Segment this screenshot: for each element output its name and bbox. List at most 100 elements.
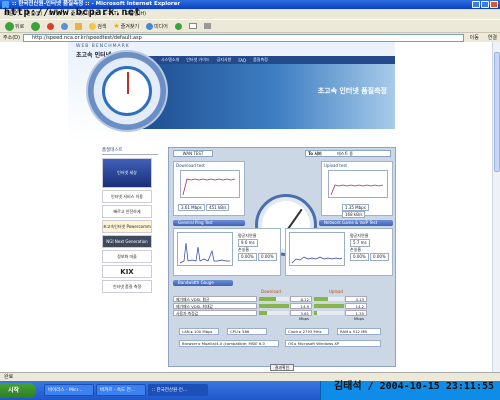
bandwidth-row: 사용자 측정값 3.61 Mbps 1.35 Mbps [173, 310, 393, 321]
task-bcpark[interactable]: 바까르 - 속도 전... [96, 384, 146, 396]
browser-info: Browser ▸ Mozilla/4.0 (compatible; MSIE … [179, 340, 279, 347]
tab-wan-test[interactable]: WAN TEST [173, 150, 213, 157]
home-button[interactable] [73, 21, 84, 31]
refresh-button[interactable] [59, 21, 70, 31]
site-header: WEB BENCHMARK 초고속 인터넷 속도테스트 About 시스템소개 … [68, 42, 395, 142]
watermark-url: http://www.bcpark.net [4, 7, 141, 18]
ping-stats: 평균지연율 9.6 ms 손실율 0.00% 0.00% [238, 233, 277, 261]
upload-chart [328, 170, 388, 198]
mail-icon [188, 23, 197, 29]
scrollbar-thumb[interactable] [494, 52, 500, 172]
history-button[interactable] [173, 21, 184, 31]
lan-info: LAN ▸ 100 Mbps [179, 328, 219, 335]
address-bar: 주소(D) http://speed.nca.or.kr/speedtest/d… [0, 32, 500, 42]
nav-measure[interactable]: 품질측정 [253, 57, 268, 63]
sidebar-banner-safe[interactable]: 빠르고 안전하게 [102, 205, 152, 218]
download-line [182, 178, 236, 196]
mail-button[interactable] [187, 21, 199, 31]
refresh-icon [61, 22, 69, 30]
bandwidth-gauge-bar: Bandwidth Gauge [173, 280, 233, 286]
download-bar-fill [259, 297, 276, 301]
upload-title: Upload test [324, 163, 347, 168]
ping-test-bar: General Ping Test [173, 220, 245, 226]
stop-button[interactable] [45, 21, 56, 31]
links-button[interactable]: 연결 [485, 34, 500, 41]
sidebar-banner-internet[interactable]: 인터넷 세상 [102, 158, 152, 188]
speedtest-panel: WAN TEST To 서버 테스트 중 Download test 3.61 … [168, 147, 396, 367]
gauge-needle [287, 208, 303, 230]
media-icon [146, 22, 154, 30]
ping-extra: 0.00% [258, 253, 277, 261]
window-controls [472, 1, 498, 8]
row-name: 메가패스 VDSL 최대값 [173, 303, 257, 309]
upload-bar-fill [314, 304, 344, 308]
upload-kbps: 168 kB/s [342, 211, 366, 218]
download-section: Download test 3.61 Mbps 451 kB/s [173, 161, 245, 216]
close-button[interactable] [490, 1, 498, 8]
ram-info: RAM ▸ 512 MB [337, 328, 381, 335]
back-button[interactable]: 뒤로 [3, 21, 26, 31]
row-name: 사용자 측정값 [173, 310, 257, 316]
print-button[interactable] [202, 21, 213, 31]
go-button[interactable]: 이동 [467, 34, 482, 41]
start-button[interactable]: 시작 [0, 383, 36, 398]
bandwidth-row: 메가패스 VDSL 평균 8.12 Mbps 4.13 Mbps [173, 296, 393, 307]
game-stats: 평균지연율 5.7 ms 손실율 0.00% 0.00% [350, 233, 389, 261]
sidebar-banner-powercomm[interactable]: 초고속인터넷 Powercomm [102, 220, 152, 233]
nav-system[interactable]: 시스템소개 [161, 57, 179, 63]
sidebar-banner-village[interactable]: 정보화 마을 [102, 250, 152, 263]
back-arrow-icon [5, 21, 14, 31]
game-chart [289, 232, 345, 266]
upload-speed: 1.35 Mbps 168 kB/s [342, 204, 392, 218]
upload-bar [314, 304, 344, 308]
vertical-scrollbar[interactable] [492, 42, 500, 372]
nav-guide[interactable]: 인터넷 가이드 [186, 57, 209, 63]
sidebar-banner-service[interactable]: 인터넷 서비스 이용 [102, 190, 152, 203]
forward-button[interactable] [29, 21, 42, 31]
download-value: 3.61 Mbps [290, 310, 312, 321]
game-line [291, 256, 343, 264]
speedometer-needle [127, 72, 129, 94]
ping-chart [177, 232, 233, 266]
bandwidth-table: 메가패스 VDSL 평균8.12 Mbps4.13 Mbps메가패스 VDSL … [173, 296, 393, 321]
task-virus[interactable]: 바이러스 - Micr... [44, 384, 94, 396]
upload-value: 4.13 Mbps [345, 296, 367, 307]
game-avg: 5.7 ms [350, 239, 370, 247]
download-chart [180, 170, 240, 198]
clock-info: Clock ▸ 2793 MHz [285, 328, 329, 335]
stop-icon [47, 22, 55, 30]
upload-col-label: Upload [329, 289, 344, 294]
search-icon [89, 22, 97, 30]
task-nca[interactable]: :: 한국전산원-인... [148, 384, 208, 396]
speedometer-logo [86, 50, 168, 132]
favorites-button[interactable]: ★ 즐겨찾기 [111, 21, 141, 31]
sidebar-banner-kix[interactable]: KIX [102, 265, 152, 278]
download-bar-fill [259, 304, 289, 308]
media-button[interactable]: 미디어 [144, 21, 170, 31]
download-title: Download test [176, 163, 205, 168]
upload-bar [314, 311, 344, 315]
search-button[interactable]: 검색 [87, 21, 108, 31]
download-bar-fill [259, 311, 267, 315]
browser-window: :: 한국전산원-인터넷 품질측정 :: - Microsoft Interne… [0, 0, 500, 400]
game-extra: 0.00% [370, 253, 389, 261]
maximize-button[interactable] [481, 1, 489, 8]
download-mbps: 3.61 Mbps [178, 204, 205, 211]
sidebar-banner-quality[interactable]: 인터넷 품질 측정 [102, 280, 152, 293]
address-input[interactable]: http://speed.nca.or.kr/speedtest/default… [22, 33, 464, 42]
result-button[interactable]: 결과확인 [270, 364, 294, 371]
test-target: To 서버 테스트 중 [305, 150, 391, 157]
nav-faq[interactable]: FAQ [238, 58, 246, 63]
nav-notice[interactable]: 공지사항 [217, 57, 232, 63]
target-status: 테스트 중 [336, 151, 353, 156]
game-section: 평균지연율 5.7 ms 손실율 0.00% 0.00% [285, 228, 393, 276]
download-bar [259, 304, 289, 308]
timestamp-watermark: 김태석 / 2004-10-15 23:11:55 [333, 381, 494, 392]
history-icon [174, 22, 182, 30]
sidebar-banner-ngi[interactable]: NGI Next Generation [102, 235, 152, 248]
minimize-button[interactable] [472, 1, 480, 8]
ping-section: 평균지연율 9.6 ms 손실율 0.00% 0.00% [173, 228, 281, 276]
cpu-info: CPU ▸ 586 [227, 328, 267, 335]
upload-mbps: 1.35 Mbps [342, 204, 369, 211]
upload-value: 14.2 Mbps [345, 303, 367, 314]
